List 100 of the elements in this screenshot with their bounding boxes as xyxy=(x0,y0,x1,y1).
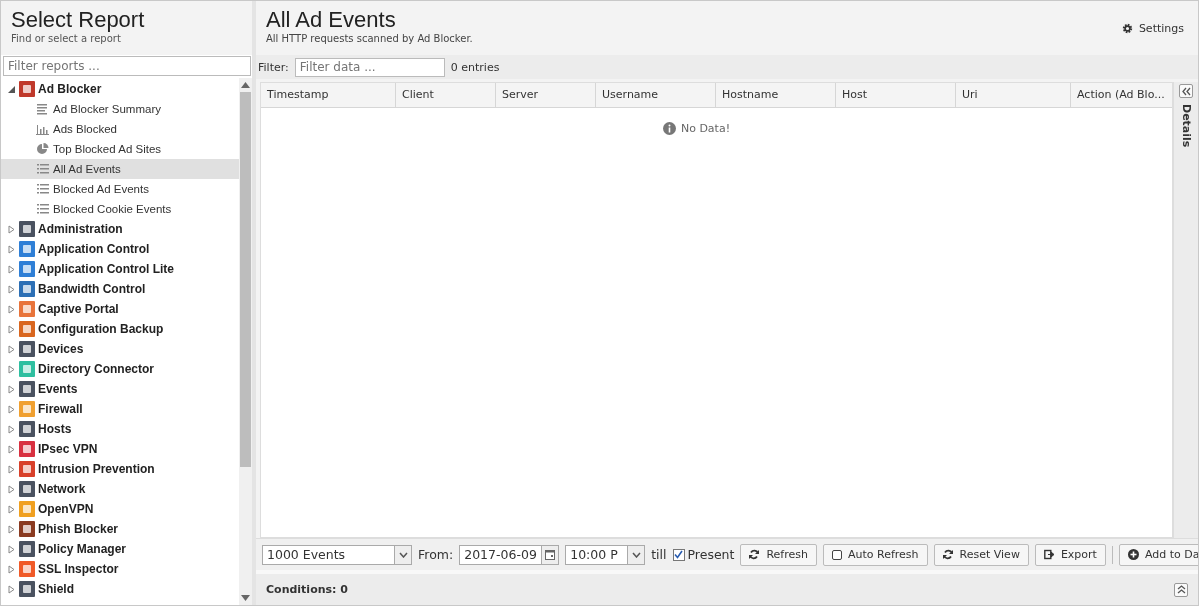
export-icon xyxy=(1043,549,1055,560)
report-item[interactable]: Ads Blocked xyxy=(1,119,239,139)
report-item[interactable]: Blocked Ad Events xyxy=(1,179,239,199)
toolbar-button[interactable]: Export xyxy=(1034,543,1106,566)
tree-item[interactable]: Hosts xyxy=(1,419,239,439)
details-label[interactable]: Details xyxy=(1179,104,1193,148)
app-icon xyxy=(19,481,35,497)
toolbar-button[interactable]: Auto Refresh xyxy=(822,543,928,566)
toolbar-button[interactable]: Add to Da xyxy=(1118,543,1198,566)
app-icon xyxy=(19,401,35,417)
tree-item[interactable]: Intrusion Prevention xyxy=(1,459,239,479)
filter-reports-field[interactable]: Filter reports ... xyxy=(3,56,251,76)
tree-item[interactable]: Application Control xyxy=(1,239,239,259)
conditions-label: Conditions: 0 xyxy=(266,583,348,596)
app-icon xyxy=(19,521,35,537)
column-header[interactable]: Host xyxy=(836,83,956,107)
from-label: From: xyxy=(418,547,454,562)
empty-message: No Data! xyxy=(680,122,731,135)
date-field[interactable]: 2017-06-09 xyxy=(459,544,560,565)
scrollbar[interactable] xyxy=(239,78,252,605)
column-header[interactable]: Uri xyxy=(956,83,1071,107)
column-header[interactable]: Username xyxy=(596,83,716,107)
limit-dropdown[interactable]: 1000 Events xyxy=(262,544,412,565)
tree-item[interactable]: Ad Blocker xyxy=(1,79,239,99)
filter-label: Filter: xyxy=(258,60,289,74)
app-icon xyxy=(19,321,35,337)
checkmark-icon xyxy=(674,550,683,559)
app-icon xyxy=(19,261,35,277)
app-icon xyxy=(19,461,35,477)
scroll-up-icon xyxy=(241,82,250,88)
tree-item[interactable]: Captive Portal xyxy=(1,299,239,319)
sidebar-subtitle: Find or select a report xyxy=(11,33,122,45)
double-chevron-up-icon xyxy=(1176,585,1186,594)
list-icon xyxy=(36,182,49,196)
tree-item[interactable]: OpenVPN xyxy=(1,499,239,519)
report-item[interactable]: All Ad Events xyxy=(1,159,239,179)
column-header[interactable]: Timestamp xyxy=(261,83,396,107)
tree-item[interactable]: Network xyxy=(1,479,239,499)
tree-item[interactable]: Bandwidth Control xyxy=(1,279,239,299)
tree-item[interactable]: SSL Inspector xyxy=(1,559,239,579)
app-icon xyxy=(19,421,35,437)
app-icon xyxy=(19,361,35,377)
list-icon xyxy=(36,162,49,176)
sidebar-title: Select Report xyxy=(11,7,146,33)
tree-item[interactable]: Policy Manager xyxy=(1,539,239,559)
bar-chart-icon xyxy=(36,122,49,136)
time-field[interactable]: 10:00 P xyxy=(565,544,646,565)
app-icon xyxy=(19,441,35,457)
toolbar-button[interactable]: Reset View xyxy=(933,543,1029,566)
entry-count: 0 entries xyxy=(450,60,500,74)
settings-icon xyxy=(1121,22,1133,34)
app-icon xyxy=(19,381,35,397)
report-item[interactable]: Ad Blocker Summary xyxy=(1,99,239,119)
settings-button[interactable]: Settings xyxy=(1121,17,1184,39)
column-header[interactable]: Hostname xyxy=(716,83,836,107)
report-subtitle: All HTTP requests scanned by Ad Blocker. xyxy=(266,33,473,45)
refresh-icon xyxy=(749,549,761,560)
till-label: till xyxy=(651,547,667,562)
app-icon xyxy=(19,561,35,577)
dropdown-caret-icon xyxy=(631,551,641,558)
double-chevron-left-icon xyxy=(1181,86,1191,96)
tree-item[interactable]: Shield xyxy=(1,579,239,599)
app-icon xyxy=(19,221,35,237)
calendar-icon xyxy=(545,549,556,560)
present-checkbox[interactable] xyxy=(672,548,685,561)
collapse-triangle-icon xyxy=(7,84,16,94)
refresh-icon xyxy=(942,549,954,560)
tree-item[interactable]: Events xyxy=(1,379,239,399)
filter-data-field[interactable]: Filter data ... xyxy=(294,57,445,77)
column-header[interactable]: Server xyxy=(496,83,596,107)
scroll-thumb[interactable] xyxy=(240,92,251,467)
tree-item[interactable]: Administration xyxy=(1,219,239,239)
app-icon xyxy=(19,301,35,317)
app-icon xyxy=(19,501,35,517)
list-icon xyxy=(36,202,49,216)
tree-item[interactable]: Phish Blocker xyxy=(1,519,239,539)
tree-item[interactable]: Firewall xyxy=(1,399,239,419)
dropdown-caret-icon xyxy=(398,551,408,558)
lines-icon xyxy=(36,102,49,116)
report-item[interactable]: Blocked Cookie Events xyxy=(1,199,239,219)
app-icon xyxy=(19,581,35,597)
info-icon xyxy=(662,122,676,135)
scroll-down-icon xyxy=(241,595,250,601)
tree-item[interactable]: IPsec VPN xyxy=(1,439,239,459)
add-circle-icon xyxy=(1127,549,1139,560)
app-icon xyxy=(19,281,35,297)
report-title: All Ad Events xyxy=(266,7,397,33)
app-icon xyxy=(19,241,35,257)
app-icon xyxy=(19,541,35,557)
tree-item[interactable]: Devices xyxy=(1,339,239,359)
report-item[interactable]: Top Blocked Ad Sites xyxy=(1,139,239,159)
toolbar-button[interactable]: Refresh xyxy=(740,543,817,566)
tree-item[interactable]: Directory Connector xyxy=(1,359,239,379)
pie-chart-icon xyxy=(36,142,49,156)
column-header[interactable]: Client xyxy=(396,83,496,107)
column-header[interactable]: Action (Ad Blo... xyxy=(1071,83,1172,107)
tree-item[interactable]: Application Control Lite xyxy=(1,259,239,279)
tree-item[interactable]: Configuration Backup xyxy=(1,319,239,339)
app-icon xyxy=(19,81,35,97)
present-label: Present xyxy=(687,547,735,562)
